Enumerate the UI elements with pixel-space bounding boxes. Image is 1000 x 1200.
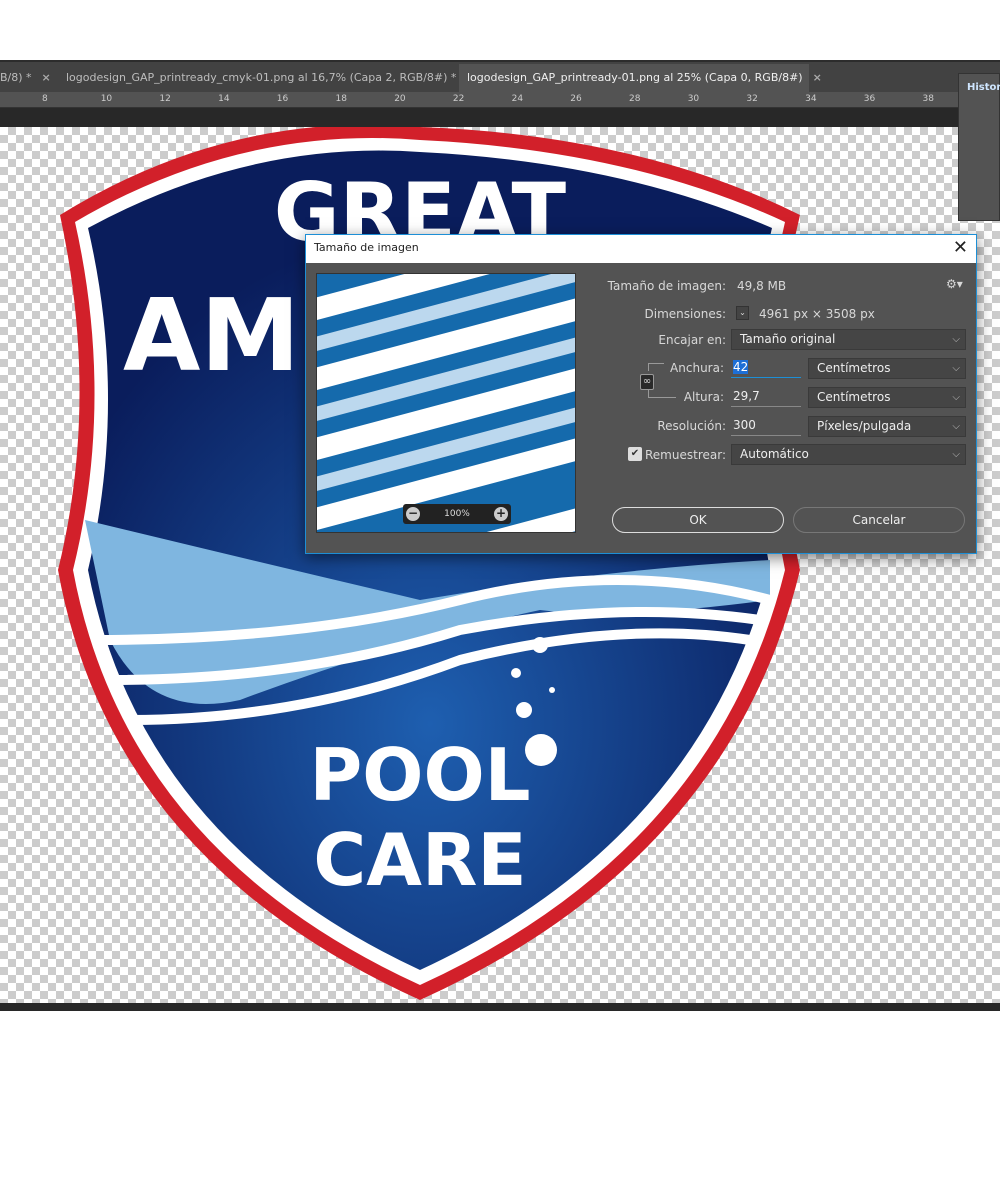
preview-artwork <box>317 274 575 532</box>
canvas-top-gutter <box>0 108 960 127</box>
svg-text:POOL: POOL <box>309 733 530 817</box>
resolution-unit: Píxeles/pulgada <box>817 419 912 433</box>
chevron-down-icon: ⌵ <box>952 421 960 432</box>
tab-document-2[interactable]: logodesign_GAP_printready_cmyk-01.png al… <box>58 64 476 94</box>
image-size-label: Tamaño de imagen: <box>607 279 726 293</box>
ruler-tick-label: 34 <box>805 94 817 104</box>
ruler-tick-label: 10 <box>100 94 113 104</box>
width-unit-select[interactable]: Centímetros ⌵ <box>808 358 966 379</box>
ok-button[interactable]: OK <box>612 507 784 533</box>
ruler-tick-label: 36 <box>863 94 876 104</box>
ruler-tick-label: 8 <box>42 94 48 104</box>
dimensions-units-dropdown[interactable]: ⌄ <box>736 306 749 320</box>
width-unit: Centímetros <box>817 361 891 375</box>
tab-label: logodesign_GAP_printready-01.png al 25% … <box>467 71 803 84</box>
gear-icon[interactable]: ⚙▾ <box>946 277 963 291</box>
ruler-tick-label: 20 <box>394 94 406 104</box>
ruler-tick-label: 32 <box>746 94 758 104</box>
dimensions-label: Dimensiones: <box>644 307 726 321</box>
height-unit-select[interactable]: Centímetros ⌵ <box>808 387 966 408</box>
tab-label: logodesign_GAP_printready_cmyk-01.png al… <box>66 71 457 84</box>
ruler-tick-label: 12 <box>159 94 171 104</box>
constrain-proportions-link-icon[interactable]: ∞ <box>640 374 654 390</box>
fit-label: Encajar en: <box>658 333 726 347</box>
history-panel[interactable]: Historia <box>958 73 1000 221</box>
image-size-value: 49,8 MB <box>737 279 787 293</box>
document-tabs: B/8) * × logodesign_GAP_printready_cmyk-0… <box>0 60 1000 94</box>
chevron-down-icon: ⌵ <box>952 363 960 374</box>
resample-label: Remuestrear: <box>645 448 726 462</box>
chevron-down-icon: ⌵ <box>952 392 960 403</box>
resample-select[interactable]: Automático ⌵ <box>731 444 966 465</box>
height-input[interactable]: 29,7 <box>731 387 801 407</box>
horizontal-ruler: 8 10 12 14 16 18 20 22 24 26 28 30 32 34 36 38 <box>0 92 960 108</box>
image-preview[interactable]: − 100% + <box>316 273 576 533</box>
ruler-tick-label: 24 <box>511 94 524 104</box>
image-size-dialog: Tamaño de imagen ✕ − 100% + Tamaño de im… <box>305 234 977 554</box>
ruler-tick-label: 18 <box>335 94 347 104</box>
resolution-input[interactable]: 300 <box>731 416 801 436</box>
history-panel-title: Historia <box>967 82 1000 93</box>
canvas-bottom-gutter <box>0 1003 1000 1011</box>
ruler-tick-label: 26 <box>570 94 582 104</box>
resample-value: Automático <box>740 447 809 461</box>
close-icon[interactable]: × <box>42 71 51 84</box>
dialog-titlebar: Tamaño de imagen ✕ <box>306 235 976 263</box>
close-icon[interactable]: ✕ <box>953 235 968 261</box>
dialog-title: Tamaño de imagen <box>314 241 419 254</box>
ruler-tick-label: 14 <box>218 94 230 104</box>
fit-select[interactable]: Tamaño original ⌵ <box>731 329 966 350</box>
ruler-tick-label: 28 <box>629 94 641 104</box>
close-icon[interactable]: × <box>813 71 822 84</box>
zoom-out-icon[interactable]: − <box>406 507 420 521</box>
width-value: 42 <box>733 360 749 374</box>
tab-label: B/8) * <box>0 71 32 84</box>
ruler-tick-label: 38 <box>922 94 934 104</box>
height-unit: Centímetros <box>817 390 891 404</box>
chevron-down-icon: ⌵ <box>952 334 960 345</box>
resolution-unit-select[interactable]: Píxeles/pulgada ⌵ <box>808 416 966 437</box>
tab-document-1[interactable]: B/8) * × <box>0 64 51 94</box>
width-label: Anchura: <box>670 361 724 375</box>
chevron-down-icon: ⌵ <box>952 449 960 460</box>
dimensions-value: 4961 px × 3508 px <box>759 307 875 321</box>
cancel-button[interactable]: Cancelar <box>793 507 965 533</box>
resolution-label: Resolución: <box>657 419 726 433</box>
ruler-tick-label: 16 <box>276 94 289 104</box>
fit-value: Tamaño original <box>740 332 836 346</box>
svg-text:CARE: CARE <box>313 818 526 902</box>
ruler-tick-label: 22 <box>452 94 465 104</box>
preview-zoom-control: − 100% + <box>403 504 511 524</box>
height-label: Altura: <box>683 390 724 404</box>
preview-zoom-level: 100% <box>444 509 470 519</box>
ruler-tick-label: 30 <box>687 94 700 104</box>
tab-document-active[interactable]: logodesign_GAP_printready-01.png al 25% … <box>459 64 822 94</box>
zoom-in-icon[interactable]: + <box>494 507 508 521</box>
width-input[interactable]: 42 <box>731 358 801 378</box>
